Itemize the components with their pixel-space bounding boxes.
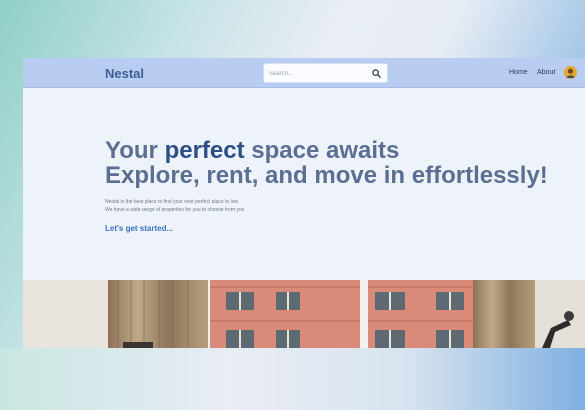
description-line-2: We have a wide range of properties for y… <box>105 207 245 213</box>
brand-logo[interactable]: Nestal <box>105 66 144 81</box>
hero-photo <box>23 280 585 348</box>
headline-text-start: Your <box>105 137 165 164</box>
nav-about-link[interactable]: About <box>537 69 555 76</box>
hero-headline-line1: Your perfect space awaits <box>105 137 399 165</box>
search-icon[interactable] <box>372 69 381 78</box>
avatar[interactable] <box>564 66 577 79</box>
apartment-window-image <box>23 280 585 348</box>
headline-text-end: space awaits <box>244 137 400 164</box>
desktop-background <box>0 348 585 410</box>
search-bar[interactable] <box>263 63 388 83</box>
hero-description: Nestal is the best place to find your ne… <box>105 198 244 214</box>
nav-home-link[interactable]: Home <box>509 69 528 76</box>
description-line-1: Nestal is the best place to find your ne… <box>105 199 239 205</box>
user-avatar-icon <box>564 66 577 79</box>
search-input[interactable] <box>269 67 369 80</box>
headline-accent-word: perfect <box>164 137 245 164</box>
hero-headline-line2: Explore, rent, and move in effortlessly! <box>105 162 548 189</box>
browser-page: Nestal Home About Your perfect space awa… <box>23 58 585 348</box>
navbar: Nestal Home About <box>23 58 585 88</box>
get-started-link[interactable]: Let's get started... <box>105 224 173 233</box>
